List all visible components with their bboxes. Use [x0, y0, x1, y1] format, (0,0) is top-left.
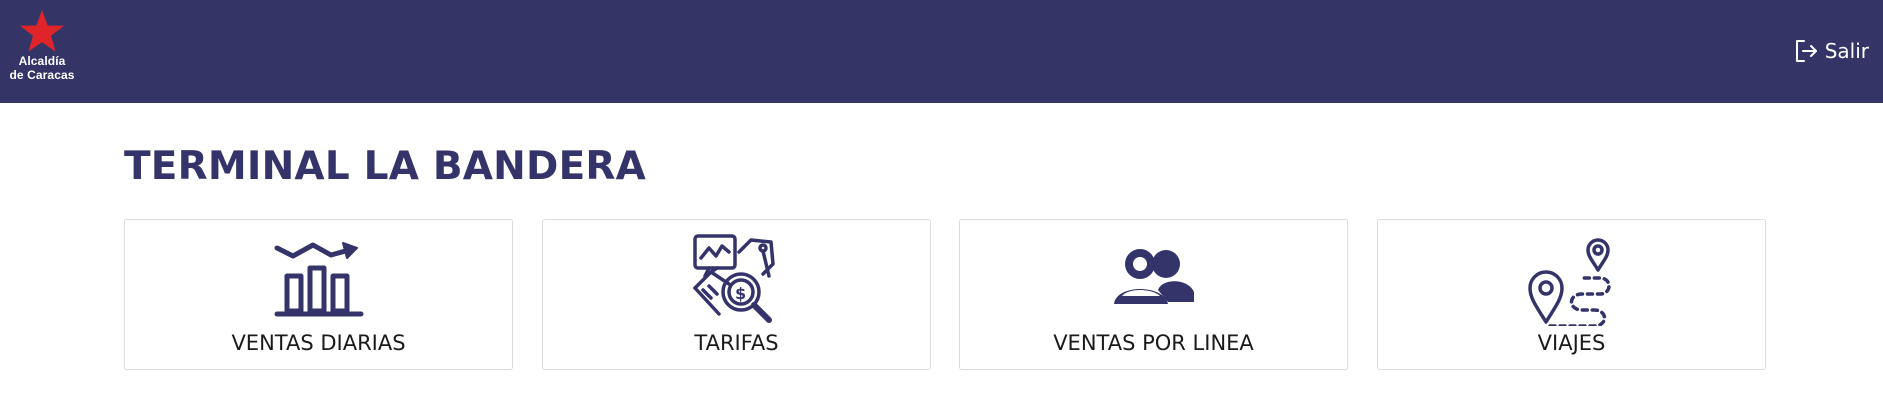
card-tarifas[interactable]: $ TARIFAS — [542, 219, 931, 370]
card-ventas-por-linea[interactable]: VENTAS POR LINEA — [959, 219, 1348, 370]
card-label: VIAJES — [1537, 331, 1606, 355]
route-pins-icon — [1527, 238, 1611, 326]
page-title: TERMINAL LA BANDERA — [124, 144, 647, 189]
pricing-analysis-icon: $ — [692, 234, 775, 323]
logout-icon — [1795, 40, 1817, 62]
card-label: VENTAS POR LINEA — [1053, 331, 1254, 355]
logo[interactable]: Alcaldía de Caracas — [6, 8, 78, 92]
logout-label: Salir — [1824, 39, 1869, 63]
bar-chart-trend-icon — [274, 242, 363, 317]
users-icon — [1113, 249, 1194, 304]
svg-text:$: $ — [735, 284, 746, 303]
logo-text-line1: Alcaldía — [18, 54, 66, 68]
logout-button[interactable]: Salir — [1793, 36, 1869, 66]
card-label: VENTAS DIARIAS — [231, 331, 406, 355]
star-icon — [20, 10, 64, 52]
card-label: TARIFAS — [694, 331, 779, 355]
logo-text-line2: de Caracas — [9, 68, 75, 82]
card-viajes[interactable]: VIAJES — [1377, 219, 1766, 370]
card-ventas-diarias[interactable]: VENTAS DIARIAS — [124, 219, 513, 370]
top-bar: Alcaldía de Caracas Salir — [0, 0, 1883, 103]
